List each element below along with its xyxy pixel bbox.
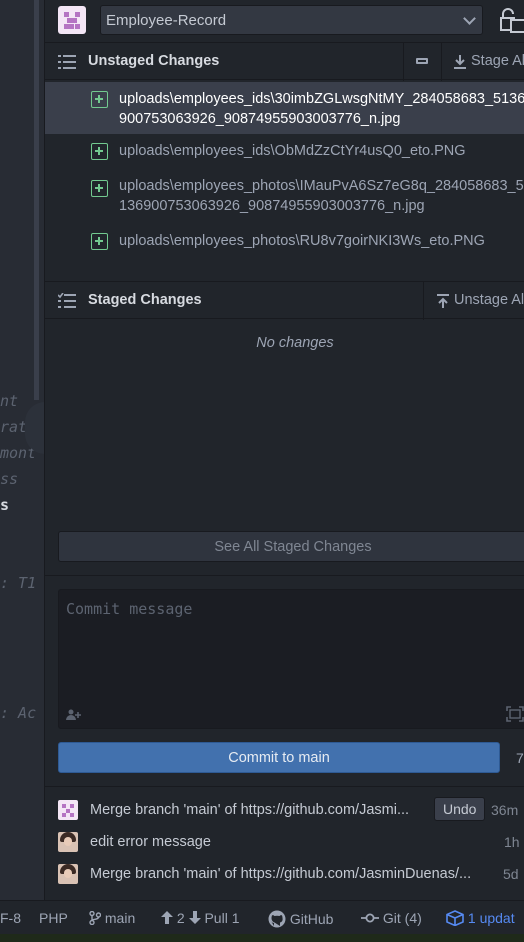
code-fragment: s bbox=[0, 496, 10, 514]
github-icon bbox=[268, 910, 286, 928]
commit-message: Merge branch 'main' of https://github.co… bbox=[90, 802, 410, 818]
expand-editor-icon[interactable] bbox=[506, 706, 524, 722]
file-path-line: 136900753063926_90874955903003776_n.jpg bbox=[119, 198, 425, 214]
file-path-line: uploads\employees_photos\RU8v7goirNKI3Ws… bbox=[119, 233, 485, 249]
repository-name: Employee-Record bbox=[106, 12, 227, 29]
divider bbox=[45, 786, 524, 787]
download-arrow-icon bbox=[454, 55, 466, 69]
unstaged-changes-title: Unstaged Changes bbox=[88, 53, 220, 69]
file-path-line: 900753063926_9087495590300377​6_n.jpg bbox=[119, 111, 401, 127]
repo-identicon bbox=[58, 6, 86, 34]
staged-changes-title: Staged Changes bbox=[88, 292, 202, 308]
lock-icon[interactable] bbox=[497, 7, 524, 35]
upload-arrow-icon bbox=[437, 294, 449, 308]
author-avatar bbox=[58, 800, 78, 820]
code-fragment: : T1 bbox=[0, 574, 37, 592]
file-path-line: uploads\employees_ids\ObMdZzCtYr4usQ0_et… bbox=[119, 143, 466, 159]
code-fragment: rat bbox=[0, 418, 28, 436]
divider bbox=[45, 575, 524, 576]
file-path-line: uploads\employees_photos\IMauPvA6Sz7eG8q… bbox=[119, 178, 524, 194]
pull-label: Pull 1 bbox=[204, 910, 240, 926]
unstaged-changes-header: Unstaged Changes Stage All bbox=[45, 42, 524, 81]
commit-count: 7 bbox=[516, 750, 524, 766]
file-path-line: uploads\employees_ids\30imbZGLwsgNtMY_28… bbox=[119, 91, 524, 107]
unstage-all-button[interactable]: Unstage All bbox=[434, 292, 524, 308]
status-bar: F-8 PHP main 2 Pull 1 GitHub Git (4) 1 u… bbox=[0, 900, 524, 934]
recent-commit-row[interactable]: Merge branch 'main' of https://github.co… bbox=[45, 797, 524, 827]
list-item[interactable]: uploads\employees_photos\IMauPvA6Sz7eG8q… bbox=[45, 167, 524, 224]
chevron-down-icon bbox=[463, 12, 476, 25]
git-tab-button[interactable]: Git (4) bbox=[361, 910, 422, 926]
file-added-icon bbox=[91, 91, 108, 108]
repository-bar: Employee-Record bbox=[45, 0, 524, 42]
no-changes-text: No changes bbox=[256, 335, 334, 351]
staged-changes-header: Staged Changes Unstage All bbox=[45, 281, 524, 320]
checklist-icon bbox=[58, 293, 76, 308]
commit-message: edit error message bbox=[90, 834, 211, 850]
commit-button[interactable]: Commit to main bbox=[58, 742, 500, 773]
undo-button[interactable]: Undo bbox=[434, 797, 486, 821]
commit-message-placeholder: Commit message bbox=[66, 600, 193, 618]
add-coauthor-icon[interactable] bbox=[66, 709, 82, 721]
commit-message: Merge branch 'main' of https://github.co… bbox=[90, 866, 472, 882]
window-bottom-edge bbox=[0, 934, 524, 942]
list-item[interactable]: uploads\employees_ids\30imbZGLwsgNtMY_28… bbox=[45, 82, 524, 134]
file-added-icon bbox=[91, 233, 108, 250]
code-fragment: : Ac bbox=[0, 704, 37, 722]
unstaged-file-list: uploads\employees_ids\30imbZGLwsgNtMY_28… bbox=[45, 82, 524, 257]
git-commit-icon bbox=[361, 913, 379, 923]
collapse-icon[interactable] bbox=[416, 58, 428, 64]
list-item[interactable]: uploads\employees_photos\RU8v7goirNKI3Ws… bbox=[45, 224, 524, 257]
recent-commit-row[interactable]: Merge branch 'main' of https://github.co… bbox=[45, 861, 524, 891]
author-avatar bbox=[58, 864, 78, 884]
arrow-up-icon bbox=[161, 911, 173, 924]
file-added-icon bbox=[91, 180, 108, 197]
github-label: GitHub bbox=[289, 911, 334, 927]
commit-message-editor[interactable]: Commit message bbox=[58, 589, 524, 729]
code-fragment: nt bbox=[0, 392, 19, 410]
recent-commit-row[interactable]: edit error message 1h bbox=[45, 829, 524, 859]
git-branch-icon bbox=[89, 910, 102, 926]
commit-time: 1h bbox=[504, 834, 520, 850]
push-pull-button[interactable]: 2 Pull 1 bbox=[161, 910, 240, 926]
list-icon bbox=[58, 55, 76, 69]
updates-button[interactable]: 1 updat bbox=[446, 910, 515, 927]
push-count: 2 bbox=[176, 910, 185, 926]
branch-selector[interactable]: main bbox=[89, 910, 135, 926]
code-fragment: ss bbox=[0, 470, 19, 488]
grammar-indicator[interactable]: PHP bbox=[39, 910, 68, 926]
updates-label: 1 updat bbox=[467, 910, 515, 926]
encoding-indicator[interactable]: F-8 bbox=[0, 910, 21, 926]
see-all-staged-changes-button[interactable]: See All Staged Changes bbox=[58, 531, 524, 562]
commit-time: 36m bbox=[491, 802, 519, 818]
list-item[interactable]: uploads\employees_ids\ObMdZzCtYr4usQ0_et… bbox=[45, 134, 524, 167]
arrow-down-icon bbox=[188, 911, 201, 924]
git-panel: Employee-Record Unstaged Changes Stage A… bbox=[44, 0, 524, 900]
editor-scrollbar[interactable] bbox=[34, 0, 39, 400]
stage-all-label: Stage All bbox=[471, 53, 524, 69]
file-added-icon bbox=[91, 143, 108, 160]
branch-name: main bbox=[104, 910, 136, 926]
package-icon bbox=[446, 910, 464, 927]
unstage-all-label: Unstage All bbox=[454, 292, 524, 308]
git-label: Git (4) bbox=[382, 910, 422, 926]
author-avatar bbox=[58, 832, 78, 852]
commit-time: 5d bbox=[503, 866, 519, 882]
github-tab-button[interactable]: GitHub bbox=[268, 910, 333, 928]
repository-select[interactable]: Employee-Record bbox=[100, 5, 483, 35]
stage-all-button[interactable]: Stage All bbox=[451, 53, 524, 69]
